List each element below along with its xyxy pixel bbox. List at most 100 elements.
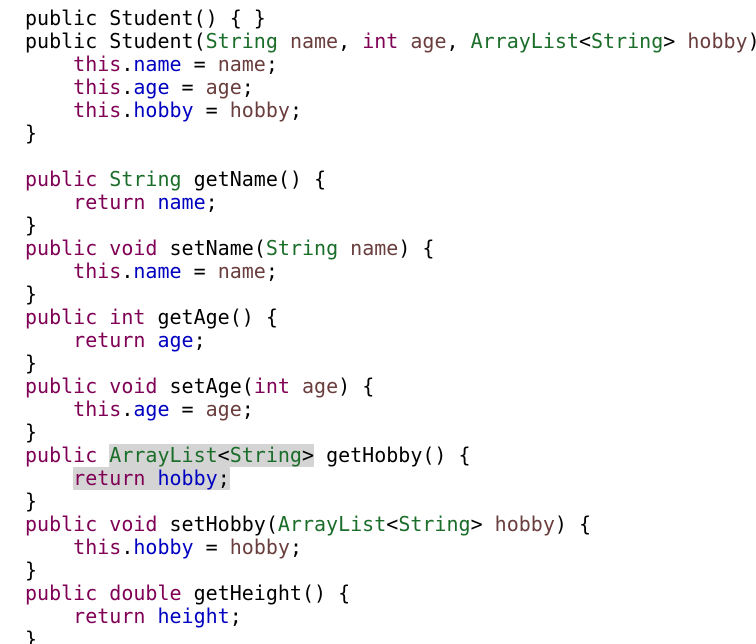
code-token: String: [265, 236, 339, 260]
code-token: ;: [205, 190, 218, 214]
code-token: this: [73, 52, 122, 76]
code-token: public: [25, 581, 98, 605]
code-line[interactable]: public double getHeight() {: [25, 582, 756, 605]
code-token: String: [205, 29, 278, 53]
code-token: name: [133, 259, 182, 283]
code-token: ;: [289, 535, 302, 559]
code-token: .: [121, 535, 134, 559]
code-token: (: [265, 512, 278, 536]
code-token: setName: [169, 236, 254, 260]
code-token: String: [109, 167, 182, 191]
code-token: }: [25, 351, 38, 375]
code-token: void: [109, 236, 158, 260]
code-token: ;: [241, 75, 254, 99]
code-editor[interactable]: public Student() { } public Student(Strin…: [0, 0, 756, 644]
code-token: }: [25, 420, 38, 444]
code-line[interactable]: }: [25, 559, 756, 582]
code-line[interactable]: }: [25, 352, 756, 375]
code-token: Student: [109, 6, 194, 30]
code-token: name: [289, 29, 339, 53]
code-line[interactable]: }: [25, 283, 756, 306]
code-line[interactable]: }: [25, 214, 756, 237]
code-line[interactable]: this.age = age;: [25, 76, 756, 99]
code-line[interactable]: return age;: [25, 329, 756, 352]
code-line[interactable]: return hobby;: [25, 467, 756, 490]
code-line[interactable]: public void setName(String name) {: [25, 237, 756, 260]
code-token: >: [663, 29, 688, 53]
code-token: height: [157, 604, 230, 628]
code-line[interactable]: this.hobby = hobby;: [25, 99, 756, 122]
code-line[interactable]: return height;: [25, 605, 756, 628]
code-token: age: [205, 397, 242, 421]
code-token: hobby: [133, 535, 194, 559]
code-token: ;: [265, 259, 278, 283]
code-token: =: [169, 75, 206, 99]
code-line[interactable]: return name;: [25, 191, 756, 214]
code-line[interactable]: this.hobby = hobby;: [25, 536, 756, 559]
code-token: public: [25, 236, 98, 260]
code-token: age: [410, 29, 447, 53]
code-line[interactable]: public int getAge() {: [25, 306, 756, 329]
code-token: hobby: [133, 98, 194, 122]
code-token: getName: [193, 167, 278, 191]
code-token: >: [470, 512, 495, 536]
code-token: double: [109, 581, 182, 605]
code-line[interactable]: public Student() { }: [25, 7, 756, 30]
code-line[interactable]: }: [25, 490, 756, 513]
code-token: }: [25, 282, 38, 306]
code-line[interactable]: public void setAge(int age) {: [25, 375, 756, 398]
code-line[interactable]: }: [25, 122, 756, 145]
code-line[interactable]: public Student(String name, int age, Arr…: [25, 30, 756, 53]
code-line[interactable]: this.name = name;: [25, 260, 756, 283]
code-token: String: [398, 512, 471, 536]
code-token: () {: [277, 167, 327, 191]
code-token: setAge: [169, 374, 242, 398]
code-token: ArrayList: [470, 29, 579, 53]
code-line[interactable]: }: [25, 421, 756, 444]
code-token: ;: [217, 466, 230, 490]
code-token: ;: [265, 52, 278, 76]
code-line[interactable]: [25, 145, 756, 168]
code-token: String: [229, 443, 302, 467]
code-line[interactable]: public ArrayList<String> getHobby() {: [25, 444, 756, 467]
code-token: age: [205, 75, 242, 99]
code-token: (: [253, 236, 266, 260]
code-line[interactable]: }: [25, 628, 756, 644]
code-token: this: [73, 397, 122, 421]
code-token: public: [25, 6, 98, 30]
code-token: public: [25, 512, 98, 536]
code-token: ) {: [748, 29, 756, 53]
code-token: getHeight: [193, 581, 302, 605]
code-line[interactable]: public String getName() {: [25, 168, 756, 191]
code-line[interactable]: public void setHobby(ArrayList<String> h…: [25, 513, 756, 536]
code-token: <: [578, 29, 592, 53]
code-line[interactable]: this.name = name;: [25, 53, 756, 76]
code-token: void: [109, 374, 158, 398]
code-text-area[interactable]: public Student() { } public Student(Strin…: [25, 7, 756, 644]
code-token: public: [25, 305, 98, 329]
code-token: ;: [241, 397, 254, 421]
code-line[interactable]: this.age = age;: [25, 398, 756, 421]
code-token: return: [73, 604, 146, 628]
code-token: ArrayList: [277, 512, 387, 536]
code-token: =: [181, 259, 218, 283]
code-token: .: [121, 52, 134, 76]
